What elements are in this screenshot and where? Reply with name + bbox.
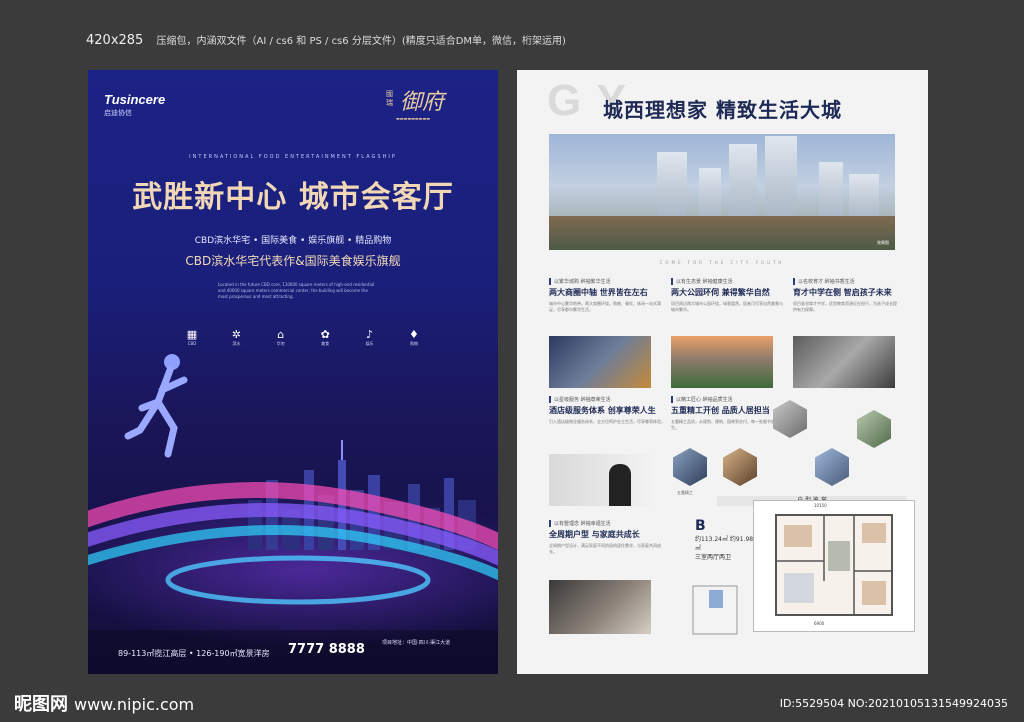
photo-interior xyxy=(549,580,651,634)
tower xyxy=(819,162,843,220)
feature-block: 以有墅理念 醉袖幸福生活 全周期户型 与家庭共成长 全周期户型设计，满足家庭不同… xyxy=(549,520,667,555)
feature-item: ♦ 购物 xyxy=(400,328,428,347)
tower xyxy=(849,174,879,220)
tagline: COME FOR THE CITY YOUTH xyxy=(659,260,785,265)
poster-english: Located in the future CBD core, 110000 s… xyxy=(218,282,375,299)
block-title: 育才中学在侧 智启孩子未来 xyxy=(793,288,892,297)
footer-address: 项目地址：中国·四川·渠江大道 xyxy=(382,640,451,646)
feature-block: 以繁华城购 醉袖繁华生活 两大商圈中轴 世界皆在左右 城市中心繁华地带，两大商圈… xyxy=(549,278,661,313)
block-body: 全周期户型设计，满足家庭不同阶段的居住需求，与家庭共同成长。 xyxy=(549,543,661,554)
floorplan-area: 约113.24㎡ 约91.98㎡ xyxy=(695,536,754,552)
photo-service xyxy=(549,454,651,506)
feature-label: 娱乐 xyxy=(365,341,374,346)
tower xyxy=(699,168,721,220)
brand-sub: 启迪协信 xyxy=(104,109,132,117)
poster-footer: 89-113㎡揽江高层 • 126-190㎡宽景洋房 7777 8888 项目地… xyxy=(88,630,498,674)
block-title: 两大公园环伺 兼得繁华自然 xyxy=(671,288,770,297)
right-poster: G Y 城西理想家 精致生活大城 效果图 COME FOR THE CITY Y… xyxy=(517,70,928,674)
hex-photo xyxy=(673,448,707,486)
project-logo: 國瑞 御府 ▬▬▬▬▬▬▬▬▬ xyxy=(386,84,470,124)
logo-tag-text: ▬▬▬▬▬▬▬▬▬ xyxy=(396,116,431,121)
floorplan: 10150 6900 xyxy=(753,500,915,632)
music-icon: ♪ xyxy=(366,328,374,341)
food-icon: ✿ xyxy=(320,328,330,341)
feature-item: ⌂ 华宅 xyxy=(267,328,295,347)
block-tag: 以名校育才 醉袖书香生活 xyxy=(793,278,897,285)
feature-item: ✿ 美食 xyxy=(311,328,339,347)
block-body: 城市中心繁华地带，两大商圈环绕，购物、餐饮、休闲一站式满足，尽享都市繁华生活。 xyxy=(549,301,661,312)
key-plan xyxy=(692,585,738,635)
feature-label: CBD xyxy=(187,341,197,346)
block-body: 引入酒店级物业服务体系，全方位呵护业主生活，尽享尊荣体验。 xyxy=(549,419,665,424)
logo-small-text: 國瑞 xyxy=(386,90,393,107)
footer-phone: 7777 8888 xyxy=(288,642,365,657)
feature-block: 以有生态景 醉袖健康生活 两大公园环伺 兼得繁华自然 项目周边两大城市公园环绕，… xyxy=(671,278,783,313)
feature-block: 以名校育才 醉袖书香生活 育才中学在侧 智启孩子未来 项目紧邻育才中学，优质教育… xyxy=(793,278,897,313)
tower xyxy=(657,152,687,220)
block-tag: 以精工匠心 醉袖品质生活 xyxy=(671,396,791,403)
staff-figure xyxy=(609,464,631,506)
runner-figure xyxy=(124,354,188,458)
photo-park xyxy=(671,336,773,388)
hex-photo xyxy=(815,448,849,486)
bag-icon: ♦ xyxy=(409,328,419,341)
building-icon: ▦ xyxy=(186,328,198,341)
poster-headline: 武胜新中心 城市会客厅 xyxy=(132,180,454,215)
size-label: 420x285 xyxy=(86,33,144,48)
floorplan-info: B 约113.24㎡ 约91.98㎡ 三室两厅两卫 xyxy=(695,518,755,561)
intl-line: INTERNATIONAL FOOD ENTERTAINMENT FLAGSHI… xyxy=(189,154,397,160)
watermark-name: 昵图网 xyxy=(14,694,68,715)
feature-item: ✲ 滨水 xyxy=(222,328,250,347)
hero-ground xyxy=(549,216,895,250)
feature-icons: ▦ CBD ✲ 滨水 ⌂ 华宅 ✿ 美食 ♪ 娱乐 ♦ 购物 xyxy=(178,328,428,347)
brand-logo: Tusincere xyxy=(104,92,166,107)
tower xyxy=(765,136,797,220)
home-icon: ⌂ xyxy=(277,328,285,341)
feature-item: ▦ CBD xyxy=(178,328,206,347)
block-tag: 以繁华城购 醉袖繁华生活 xyxy=(549,278,661,285)
block-title: 全周期户型 与家庭共成长 xyxy=(549,530,640,539)
left-poster: Tusincere 启迪协信 國瑞 御府 ▬▬▬▬▬▬▬▬▬ INTERNATI… xyxy=(88,70,498,674)
block-title: 酒店级服务体系 创享尊荣人生 xyxy=(549,406,656,415)
watermark-logo: 昵图网 www.nipic.com xyxy=(14,690,194,716)
footer-area: 89-113㎡揽江高层 • 126-190㎡宽景洋房 xyxy=(118,649,270,658)
gear-icon: ✲ xyxy=(231,328,241,341)
hero-caption: 效果图 xyxy=(877,240,889,245)
block-tag: 以有墅理念 醉袖幸福生活 xyxy=(549,520,667,527)
description-label: 压缩包，内涵双文件（AI / cs6 和 PS / cs6 分层文件）(精度只适… xyxy=(156,36,566,47)
poster-subline-1: CBD滨水华宅 • 国际美食 • 娱乐旗舰 • 精品购物 xyxy=(194,236,392,246)
tower xyxy=(729,144,757,220)
hex-caption: 五重精工 xyxy=(677,490,693,495)
dim-top: 10150 xyxy=(814,503,827,508)
block-body: 项目周边两大城市公园环绕，绿意盎然，居者可尽享自然美景与城市繁华。 xyxy=(671,301,783,312)
block-tag: 以有生态景 醉袖健康生活 xyxy=(671,278,783,285)
dim-bottom: 6900 xyxy=(814,621,825,626)
feature-label: 华宅 xyxy=(276,341,285,346)
floorplan-label: B xyxy=(695,518,706,534)
photo-city-night xyxy=(549,336,651,388)
hex-photo xyxy=(723,448,757,486)
poster-subline-2: CBD滨水华宅代表作&国际美食娱乐旗舰 xyxy=(185,254,401,268)
floorplan-drawing xyxy=(775,514,893,616)
watermark-url[interactable]: www.nipic.com xyxy=(74,695,194,714)
block-body: 项目紧邻育才中学，优质教育资源近在咫尺，为孩子成长提供有力保障。 xyxy=(793,301,897,312)
header-info: 420x285 压缩包，内涵双文件（AI / cs6 和 PS / cs6 分层… xyxy=(86,32,566,48)
feature-label: 购物 xyxy=(409,341,418,346)
block-title: 两大商圈中轴 世界皆在左右 xyxy=(549,288,648,297)
floorplan-rooms: 三室两厅两卫 xyxy=(695,554,732,561)
block-tag: 以星级服务 醉袖尊荣生活 xyxy=(549,396,671,403)
watermark-id: ID:5529504 NO:20210105131549924035 xyxy=(779,697,1008,710)
feature-item: ♪ 娱乐 xyxy=(356,328,384,347)
light-ribbon xyxy=(88,482,498,605)
photo-school xyxy=(793,336,895,388)
feature-block: 以星级服务 醉袖尊荣生活 酒店级服务体系 创享尊荣人生 引入酒店级物业服务体系，… xyxy=(549,396,671,425)
feature-label: 美食 xyxy=(321,341,330,346)
feature-label: 滨水 xyxy=(232,341,241,346)
sheet-title: 城西理想家 精致生活大城 xyxy=(603,98,842,122)
hex-photo xyxy=(857,410,891,448)
hero-image: 效果图 xyxy=(549,134,895,250)
logo-main-text: 御府 xyxy=(400,90,445,115)
